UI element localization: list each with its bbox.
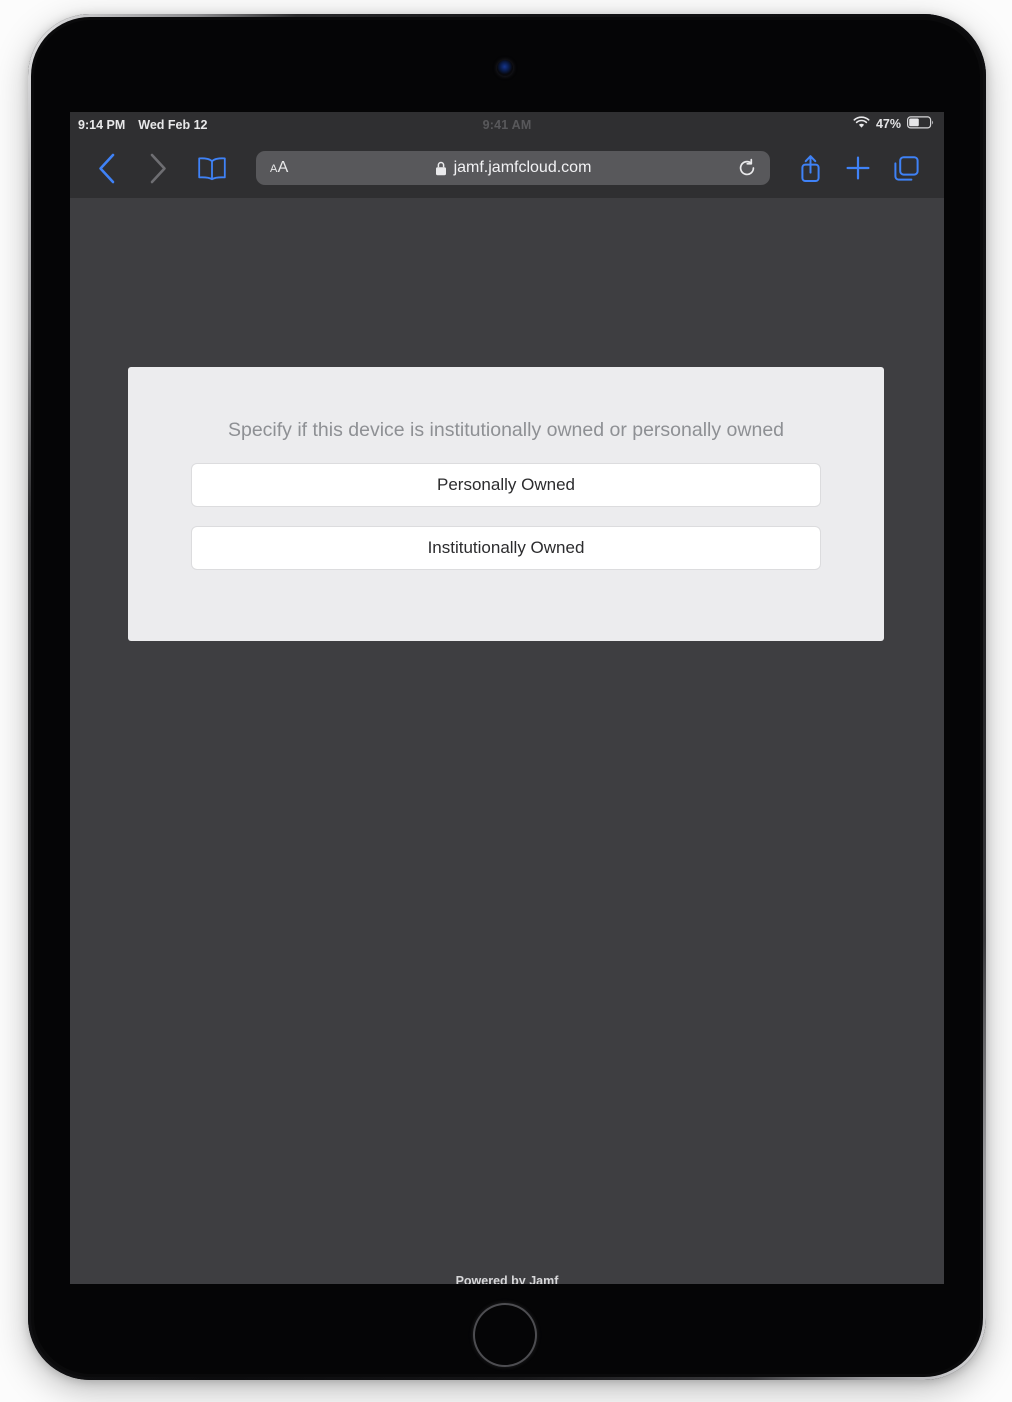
new-tab-button[interactable] — [834, 146, 882, 190]
ownership-prompt-card: Specify if this device is institutionall… — [128, 367, 884, 641]
chevron-right-icon — [150, 153, 166, 183]
bookmarks-button[interactable] — [184, 146, 240, 190]
url-bar[interactable]: AA jamf.jamfcloud.com — [256, 151, 770, 185]
battery-icon — [907, 116, 934, 132]
home-button[interactable] — [473, 1303, 537, 1367]
show-tabs-button[interactable] — [882, 146, 930, 190]
prompt-text: Specify if this device is institutionall… — [227, 419, 785, 441]
tabs-icon — [893, 155, 919, 181]
share-icon — [800, 154, 820, 182]
front-camera-icon — [497, 60, 513, 76]
reload-button[interactable] — [736, 157, 758, 179]
reload-icon — [739, 158, 755, 176]
screenshot-root: 9:14 PM Wed Feb 12 9:41 AM 47% A A jamf.… — [0, 0, 1012, 1402]
url-text: jamf.jamfcloud.com — [453, 159, 592, 176]
institutionally-owned-button[interactable]: Institutionally Owned — [191, 526, 821, 570]
share-button[interactable] — [786, 146, 834, 190]
back-button[interactable] — [80, 146, 132, 190]
status-bar: 9:14 PM Wed Feb 12 9:41 AM 47% — [70, 112, 944, 138]
chevron-left-icon — [98, 153, 114, 183]
book-icon — [198, 156, 226, 180]
lock-icon — [435, 161, 446, 175]
browser-toolbar: AA jamf.jamfcloud.com — [70, 138, 944, 198]
ipad-screen: 9:14 PM Wed Feb 12 9:41 AM 47% A A jamf.… — [70, 112, 944, 1284]
forward-button — [132, 146, 184, 190]
personally-owned-button[interactable]: Personally Owned — [191, 463, 821, 507]
wifi-icon — [853, 116, 870, 132]
battery-percent-label: 47% — [875, 117, 901, 131]
web-page-content: Specify if this device is institutionall… — [70, 198, 944, 1284]
plus-icon — [846, 156, 870, 180]
status-bar-right: 47% — [853, 116, 934, 132]
status-center-time-ghost: 9:41 AM — [482, 118, 532, 132]
powered-by-footer: Powered by Jamf — [455, 1274, 559, 1284]
url-display[interactable]: jamf.jamfcloud.com — [256, 159, 770, 177]
